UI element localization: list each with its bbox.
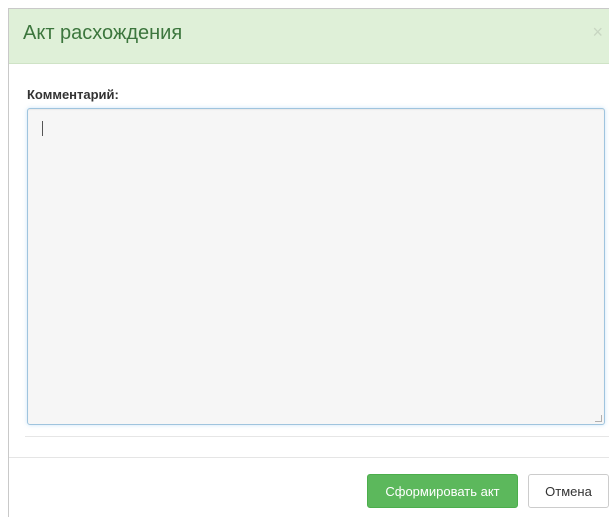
close-icon[interactable]: × bbox=[592, 23, 603, 41]
resize-handle-icon[interactable] bbox=[595, 415, 602, 422]
footer-divider bbox=[9, 457, 609, 458]
dialog-title: Акт расхождения bbox=[23, 22, 183, 44]
body-divider bbox=[25, 436, 609, 437]
comment-textarea[interactable] bbox=[27, 108, 605, 425]
cancel-button[interactable]: Отмена bbox=[528, 474, 609, 508]
dialog-header: Акт расхождения × bbox=[9, 9, 609, 64]
text-caret bbox=[42, 121, 43, 136]
discrepancy-act-dialog: Акт расхождения × Комментарий: Сформиров… bbox=[8, 8, 609, 517]
generate-act-button[interactable]: Сформировать акт bbox=[367, 474, 518, 508]
comment-label: Комментарий: bbox=[27, 87, 119, 102]
